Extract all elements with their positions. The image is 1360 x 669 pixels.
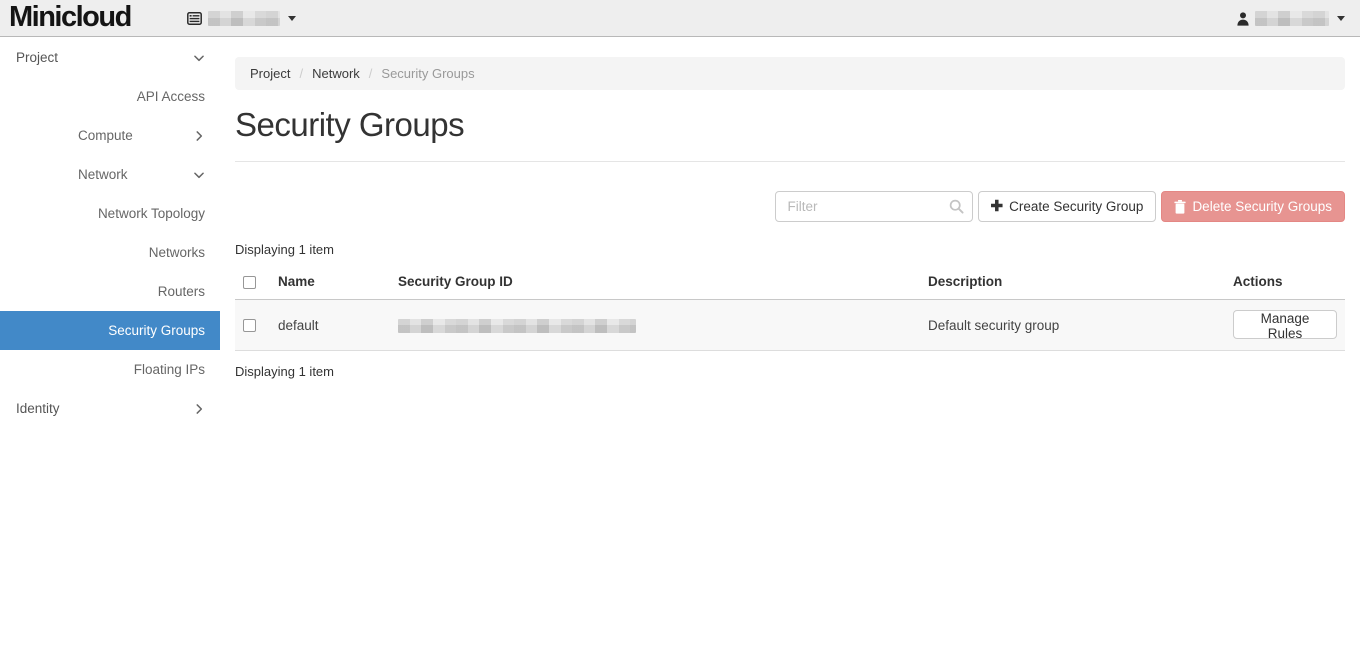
redacted-project-name: [208, 11, 280, 26]
sidebar-item-label: Routers: [157, 284, 205, 299]
caret-down-icon: [1337, 16, 1345, 21]
redacted-user-name: [1255, 11, 1329, 26]
column-header-description[interactable]: Description: [920, 266, 1225, 300]
caret-down-icon: [288, 16, 296, 21]
breadcrumb-separator: /: [368, 66, 373, 81]
top-navbar: Minicloud: [0, 0, 1360, 37]
chevron-down-icon: [194, 171, 204, 178]
column-header-name[interactable]: Name: [270, 266, 390, 300]
delete-security-groups-button[interactable]: Delete Security Groups: [1161, 191, 1345, 222]
trash-icon: [1174, 199, 1187, 214]
sidebar-item-label: Compute: [78, 128, 133, 143]
breadcrumb-separator: /: [299, 66, 304, 81]
title-divider: [235, 161, 1345, 162]
sidebar-item-network-topology[interactable]: Network Topology: [0, 194, 220, 233]
sidebar-item-label: Security Groups: [108, 323, 205, 338]
breadcrumb: Project / Network / Security Groups: [235, 57, 1345, 90]
breadcrumb-current: Security Groups: [381, 66, 475, 81]
chevron-right-icon: [196, 130, 203, 141]
row-checkbox[interactable]: [243, 319, 256, 333]
brand-logo[interactable]: Minicloud: [9, 0, 132, 36]
column-header-security-group-id[interactable]: Security Group ID: [390, 266, 920, 300]
sidebar-item-security-groups[interactable]: Security Groups: [0, 311, 220, 350]
chevron-right-icon: [196, 403, 203, 414]
user-icon: [1237, 11, 1249, 26]
cell-description: Default security group: [928, 317, 1060, 333]
table-toolbar: ✚ Create Security Group Delete Security …: [235, 191, 1345, 222]
item-count-top: Displaying 1 item: [235, 242, 334, 257]
sidebar: Project API Access Compute Network Netwo…: [0, 38, 220, 428]
chevron-down-icon: [194, 54, 204, 61]
sidebar-item-project[interactable]: Project: [0, 38, 220, 77]
column-header-actions: Actions: [1225, 266, 1345, 300]
sidebar-item-label: Network Topology: [97, 206, 205, 221]
cell-name: default: [278, 317, 319, 333]
plus-icon: ✚: [990, 198, 1004, 215]
select-all-checkbox[interactable]: [243, 275, 256, 289]
manage-rules-button[interactable]: Manage Rules: [1233, 309, 1337, 341]
main-content: Project / Network / Security Groups Secu…: [235, 38, 1345, 379]
sidebar-item-network[interactable]: Network: [0, 155, 220, 194]
search-icon[interactable]: [949, 199, 964, 214]
create-security-group-button[interactable]: ✚ Create Security Group: [977, 191, 1157, 222]
item-count-bottom: Displaying 1 item: [235, 364, 334, 379]
sidebar-item-label: Networks: [148, 245, 205, 260]
create-button-label: Create Security Group: [1009, 199, 1144, 214]
sidebar-item-floating-ips[interactable]: Floating IPs: [0, 350, 220, 389]
manage-rules-label: Manage Rules: [1260, 310, 1310, 341]
project-switcher-dropdown[interactable]: [187, 0, 296, 37]
sidebar-item-label: Floating IPs: [133, 362, 205, 377]
sidebar-item-label: Network: [78, 167, 128, 182]
user-menu-dropdown[interactable]: [1237, 0, 1345, 37]
sidebar-item-compute[interactable]: Compute: [0, 116, 220, 155]
table-row: default Default security group Manage Ru…: [235, 299, 1345, 351]
delete-button-label: Delete Security Groups: [1192, 199, 1332, 214]
sidebar-item-identity[interactable]: Identity: [0, 389, 220, 428]
sidebar-item-label: Project: [16, 50, 59, 65]
project-list-icon: [187, 12, 202, 25]
sidebar-item-api-access[interactable]: API Access: [0, 77, 220, 116]
filter-input[interactable]: [774, 191, 973, 222]
page-title: Security Groups: [235, 106, 465, 143]
sidebar-item-routers[interactable]: Routers: [0, 272, 220, 311]
sidebar-item-label: API Access: [136, 89, 205, 104]
sidebar-item-networks[interactable]: Networks: [0, 233, 220, 272]
security-groups-table: Name Security Group ID Description Actio…: [235, 266, 1345, 351]
filter-wrap: [774, 191, 973, 222]
redacted-security-group-id: [398, 318, 636, 333]
table-header-row: Name Security Group ID Description Actio…: [235, 266, 1345, 300]
breadcrumb-project[interactable]: Project: [250, 66, 290, 81]
sidebar-item-label: Identity: [16, 401, 60, 416]
breadcrumb-network[interactable]: Network: [312, 66, 360, 81]
